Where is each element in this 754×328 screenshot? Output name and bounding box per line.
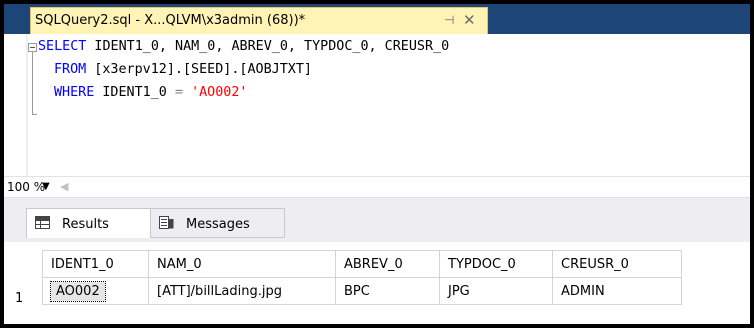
zoom-bar: 100 % ▼ ◀	[4, 176, 750, 198]
sql-keyword-from: FROM	[54, 62, 87, 77]
select-columns: IDENT1_0, NAM_0, ABREV_0, TYPDOC_0, CREU…	[86, 39, 450, 54]
tab-messages[interactable]: Messages	[151, 208, 285, 238]
fold-guide	[32, 52, 33, 114]
messages-icon	[159, 216, 174, 229]
tab-results-label: Results	[62, 217, 109, 232]
header-row: IDENT1_0 NAM_0 ABREV_0 TYPDOC_0 CREUSR_0	[42, 250, 682, 278]
where-value-string: 'AO002'	[191, 85, 248, 100]
code-line-2: FROM [x3erpv12].[SEED].[AOBJTXT]	[54, 62, 312, 77]
table-cell[interactable]: [ATT]/billLading.jpg	[148, 277, 336, 305]
sql-keyword-where: WHERE	[54, 85, 95, 100]
chevron-down-icon[interactable]: ▼	[42, 181, 50, 192]
grid-icon	[35, 216, 50, 229]
code-line-1: SELECT IDENT1_0, NAM_0, ABREV_0, TYPDOC_…	[38, 39, 449, 54]
code-line-3: WHERE IDENT1_0 = 'AO002'	[54, 85, 248, 100]
table-cell[interactable]: ADMIN	[552, 277, 682, 305]
results-table: IDENT1_0 NAM_0 ABREV_0 TYPDOC_0 CREUSR_0…	[42, 250, 682, 305]
tab-messages-label: Messages	[186, 217, 250, 232]
query-tab-title: SQLQuery2.sql - X...QLVM\x3admin (68))*	[35, 13, 306, 28]
editor-gutter	[26, 34, 28, 176]
zoom-level[interactable]: 100 %	[7, 180, 45, 194]
query-tab[interactable]: SQLQuery2.sql - X...QLVM\x3admin (68))* …	[30, 7, 488, 34]
selected-cell-value: AO002	[50, 280, 106, 302]
column-header[interactable]: IDENT1_0	[42, 250, 149, 278]
row-number[interactable]: 1	[15, 291, 23, 306]
sql-keyword-select: SELECT	[38, 39, 87, 54]
results-tab-bar: Results Messages	[4, 198, 750, 242]
pin-icon[interactable]: ⊣	[444, 13, 454, 27]
column-header[interactable]: TYPDOC_0	[439, 250, 553, 278]
column-header[interactable]: NAM_0	[148, 250, 336, 278]
table-row: AO002 [ATT]/billLading.jpg BPC JPG ADMIN	[42, 277, 682, 305]
column-header[interactable]: CREUSR_0	[552, 250, 682, 278]
sql-editor[interactable]: SELECT IDENT1_0, NAM_0, ABREV_0, TYPDOC_…	[4, 34, 750, 176]
equals-operator: =	[174, 85, 183, 100]
results-grid: 1 IDENT1_0 NAM_0 ABREV_0 TYPDOC_0 CREUSR…	[4, 242, 750, 324]
tab-results[interactable]: Results	[26, 208, 151, 238]
column-header[interactable]: ABREV_0	[335, 250, 440, 278]
table-cell[interactable]: JPG	[439, 277, 553, 305]
fold-guide-end	[32, 114, 37, 115]
scroll-left-icon[interactable]: ◀	[60, 180, 68, 193]
ssms-window: SQLQuery2.sql - X...QLVM\x3admin (68))* …	[4, 4, 750, 324]
collapse-icon[interactable]	[28, 43, 37, 52]
where-column: IDENT1_0	[94, 85, 175, 100]
table-cell[interactable]: AO002	[42, 277, 149, 305]
close-icon[interactable]: ✕	[463, 11, 476, 29]
table-cell[interactable]: BPC	[335, 277, 440, 305]
from-table: [x3erpv12].[SEED].[AOBJTXT]	[86, 62, 312, 77]
document-tab-strip: SQLQuery2.sql - X...QLVM\x3admin (68))* …	[4, 4, 750, 34]
